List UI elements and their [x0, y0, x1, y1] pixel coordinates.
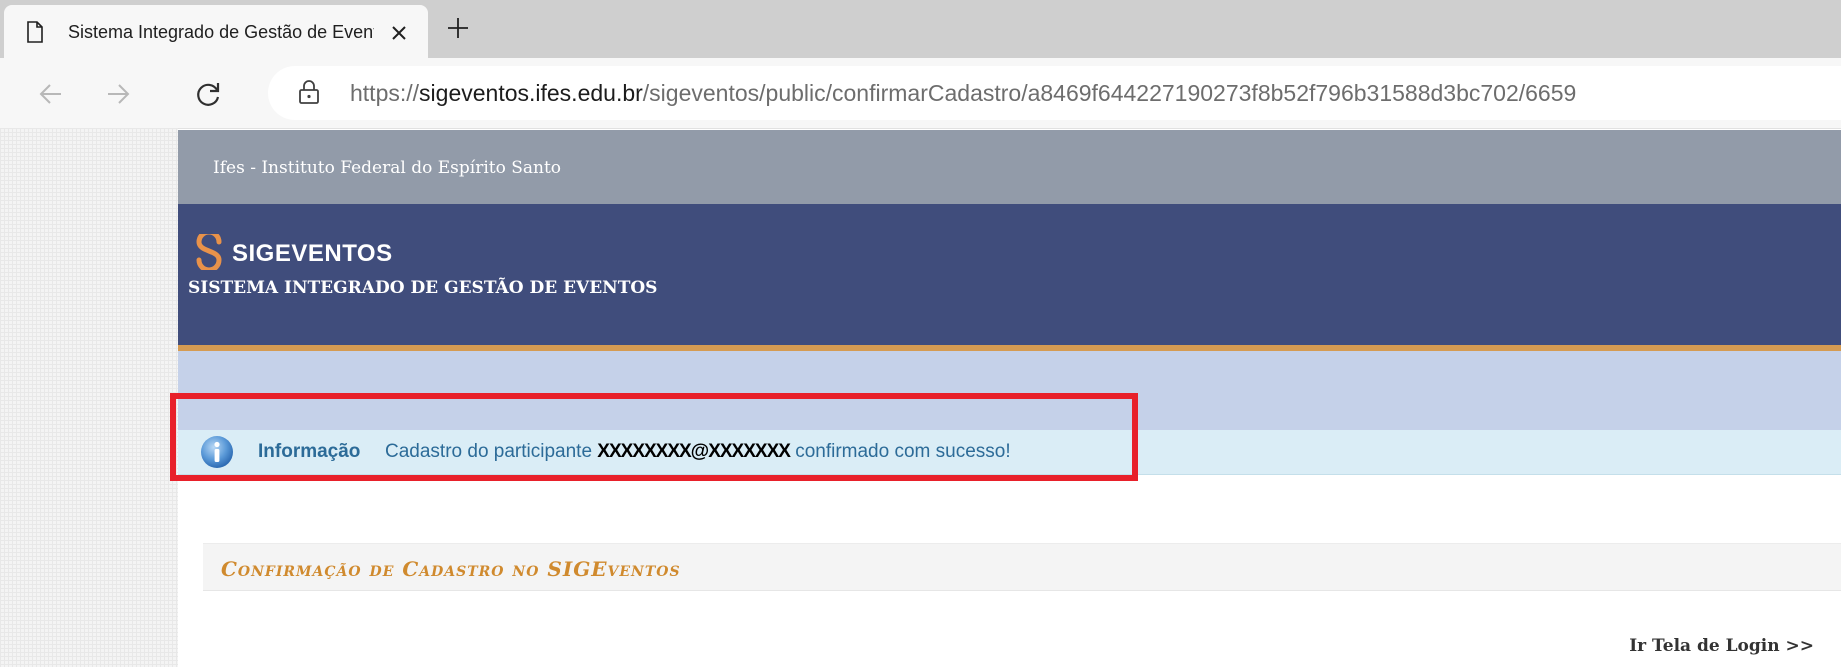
brand-subtitle: SISTEMA INTEGRADO DE GESTÃO DE EVENTOS — [188, 278, 658, 298]
page-side-background — [0, 128, 178, 667]
back-arrow-icon[interactable] — [37, 80, 65, 108]
url-text: https://sigeventos.ifes.edu.br/sigevento… — [350, 80, 1576, 106]
reload-icon[interactable] — [195, 80, 223, 108]
browser-tab[interactable]: Sistema Integrado de Gestão de Eventos — [4, 5, 428, 58]
institution-bar: Ifes - Instituto Federal do Espírito San… — [178, 130, 1841, 204]
institution-name: Ifes - Instituto Federal do Espírito San… — [213, 158, 562, 178]
plus-icon[interactable] — [446, 16, 470, 40]
panel-title: Confirmação de Cadastro no SIGEventos — [221, 557, 681, 581]
document-icon — [27, 21, 43, 43]
tab-title: Sistema Integrado de Gestão de Eventos — [68, 22, 374, 42]
browser-tab-bar: Sistema Integrado de Gestão de Eventos — [0, 0, 1841, 58]
browser-nav-bar: https://sigeventos.ifes.edu.br/sigevento… — [0, 58, 1841, 129]
go-to-login-link[interactable]: Ir Tela de Login >> — [1629, 636, 1814, 656]
confirmation-panel: Confirmação de Cadastro no SIGEventos — [203, 543, 1841, 591]
address-bar[interactable]: https://sigeventos.ifes.edu.br/sigevento… — [268, 66, 1841, 120]
url-path: /sigeventos/public/confirmarCadastro/a84… — [642, 80, 1577, 106]
close-icon[interactable] — [389, 23, 409, 43]
red-highlight-annotation — [170, 393, 1138, 481]
url-scheme: https:// — [350, 80, 420, 106]
url-host: sigeventos.ifes.edu.br — [419, 80, 643, 106]
lock-icon[interactable] — [298, 79, 320, 105]
forward-arrow-icon[interactable] — [104, 80, 132, 108]
site-header: SIGEVENTOS SISTEMA INTEGRADO DE GESTÃO D… — [178, 204, 1841, 345]
brand-name[interactable]: SIGEVENTOS — [232, 240, 393, 268]
sigeventos-logo-icon[interactable] — [189, 234, 229, 270]
